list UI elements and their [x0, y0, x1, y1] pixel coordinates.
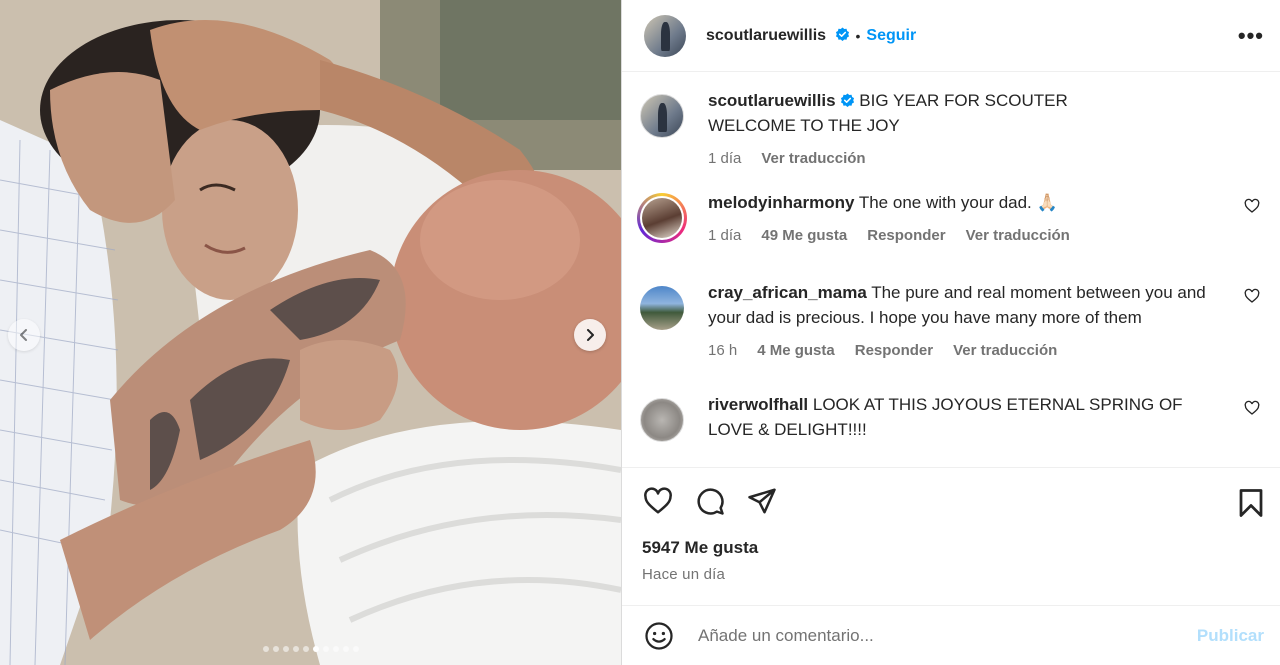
likes-count[interactable]: 5947 Me gusta: [642, 538, 1264, 558]
chevron-left-icon: [20, 329, 27, 341]
comment-item: melodyinharmony The one with your dad. 🙏…: [637, 193, 1264, 286]
chevron-right-icon: [587, 329, 594, 341]
comment-item: cray_african_mama The pure and real mome…: [638, 283, 1264, 398]
caption-translate-link[interactable]: Ver traducción: [761, 146, 865, 171]
comment-username[interactable]: riverwolfhall: [708, 395, 808, 414]
comment-username[interactable]: cray_african_mama: [708, 283, 867, 302]
comment-meta: 16 h 4 Me gusta Responder Ver traducción: [708, 338, 1228, 363]
post-header: scoutlaruewillis • Seguir •••: [622, 0, 1280, 72]
comment-item: riverwolfhall LOOK AT THIS JOYOUS ETERNA…: [638, 395, 1264, 458]
comment-input[interactable]: [698, 625, 1197, 646]
carousel-dot: [322, 646, 329, 652]
carousel-dot: [312, 646, 319, 652]
follow-button[interactable]: Seguir: [866, 27, 916, 45]
caption-username[interactable]: scoutlaruewillis: [708, 91, 836, 110]
author-username[interactable]: scoutlaruewillis: [706, 27, 850, 45]
comment-likes[interactable]: 4 Me gusta: [757, 338, 835, 363]
post-actions: 5947 Me gusta Hace un día: [622, 467, 1280, 605]
next-slide-button[interactable]: [574, 319, 606, 351]
comment-time[interactable]: 16 h: [708, 338, 737, 363]
caption: scoutlaruewillis BIG YEAR FOR SCOUTER WE…: [638, 91, 1264, 196]
carousel-dot: [352, 646, 359, 652]
author-username-text[interactable]: scoutlaruewillis: [706, 27, 826, 44]
reply-button[interactable]: Responder: [855, 338, 933, 363]
post-details-panel: scoutlaruewillis • Seguir ••• scoutlarue…: [621, 0, 1280, 665]
comment-body: riverwolfhall LOOK AT THIS JOYOUS ETERNA…: [708, 392, 1228, 458]
previous-slide-button[interactable]: [8, 319, 40, 351]
comment-icon[interactable]: [694, 486, 726, 516]
comment-body: melodyinharmony The one with your dad. 🙏…: [708, 190, 1228, 286]
translate-link[interactable]: Ver traducción: [966, 223, 1070, 248]
caption-text-line-2: WELCOME TO THE JOY: [708, 116, 900, 135]
heart-icon[interactable]: [642, 486, 674, 516]
carousel-dot: [332, 646, 339, 652]
caption-author-avatar[interactable]: [640, 94, 684, 138]
separator-dot: •: [855, 27, 861, 44]
caption-line-1: scoutlaruewillis BIG YEAR FOR SCOUTER: [708, 88, 1228, 113]
comment-time[interactable]: 1 día: [708, 223, 741, 248]
verified-badge-icon: [835, 26, 849, 41]
comment-username[interactable]: melodyinharmony: [708, 193, 854, 212]
comment-text: The one with your dad. 🙏🏻: [858, 193, 1058, 212]
comment-like-heart-icon[interactable]: [1244, 288, 1260, 304]
comment-meta: 1 día 49 Me gusta Responder Ver traducci…: [708, 223, 1228, 248]
post-timestamp[interactable]: Hace un día: [642, 566, 1264, 583]
caption-text-line-1: BIG YEAR FOR SCOUTER: [859, 91, 1068, 110]
comment-like-heart-icon[interactable]: [1244, 400, 1260, 416]
caption-body: scoutlaruewillis BIG YEAR FOR SCOUTER WE…: [708, 88, 1228, 196]
bookmark-icon[interactable]: [1238, 488, 1264, 518]
reply-button[interactable]: Responder: [867, 223, 945, 248]
publish-button[interactable]: Publicar: [1197, 626, 1264, 646]
send-icon[interactable]: [746, 486, 778, 516]
more-options-icon[interactable]: •••: [1238, 24, 1264, 47]
commenter-avatar[interactable]: [640, 286, 684, 330]
author-avatar[interactable]: [644, 14, 686, 57]
carousel-dot: [262, 646, 269, 652]
comments-list[interactable]: scoutlaruewillis BIG YEAR FOR SCOUTER WE…: [622, 72, 1280, 467]
carousel-dot: [302, 646, 309, 652]
comment-like-heart-icon[interactable]: [1244, 198, 1260, 214]
photo-scene: [0, 0, 621, 665]
add-comment-bar: Publicar: [622, 605, 1280, 665]
commenter-avatar[interactable]: [637, 193, 687, 243]
action-bar: [642, 486, 1264, 516]
caption-meta: 1 día Ver traducción: [708, 146, 1228, 171]
post-photo[interactable]: [0, 0, 621, 665]
carousel-dot: [272, 646, 279, 652]
comment-likes[interactable]: 49 Me gusta: [761, 223, 847, 248]
carousel-indicator: [0, 646, 621, 652]
carousel-dot: [282, 646, 289, 652]
caption-time[interactable]: 1 día: [708, 146, 741, 171]
commenter-avatar[interactable]: [640, 398, 684, 442]
comment-body: cray_african_mama The pure and real mome…: [708, 280, 1228, 398]
emoji-icon[interactable]: [644, 621, 674, 651]
carousel-dot: [292, 646, 299, 652]
instagram-post-modal: scoutlaruewillis • Seguir ••• scoutlarue…: [0, 0, 1280, 665]
translate-link[interactable]: Ver traducción: [953, 338, 1057, 363]
carousel-dot: [342, 646, 349, 652]
verified-badge-icon: [840, 93, 854, 107]
